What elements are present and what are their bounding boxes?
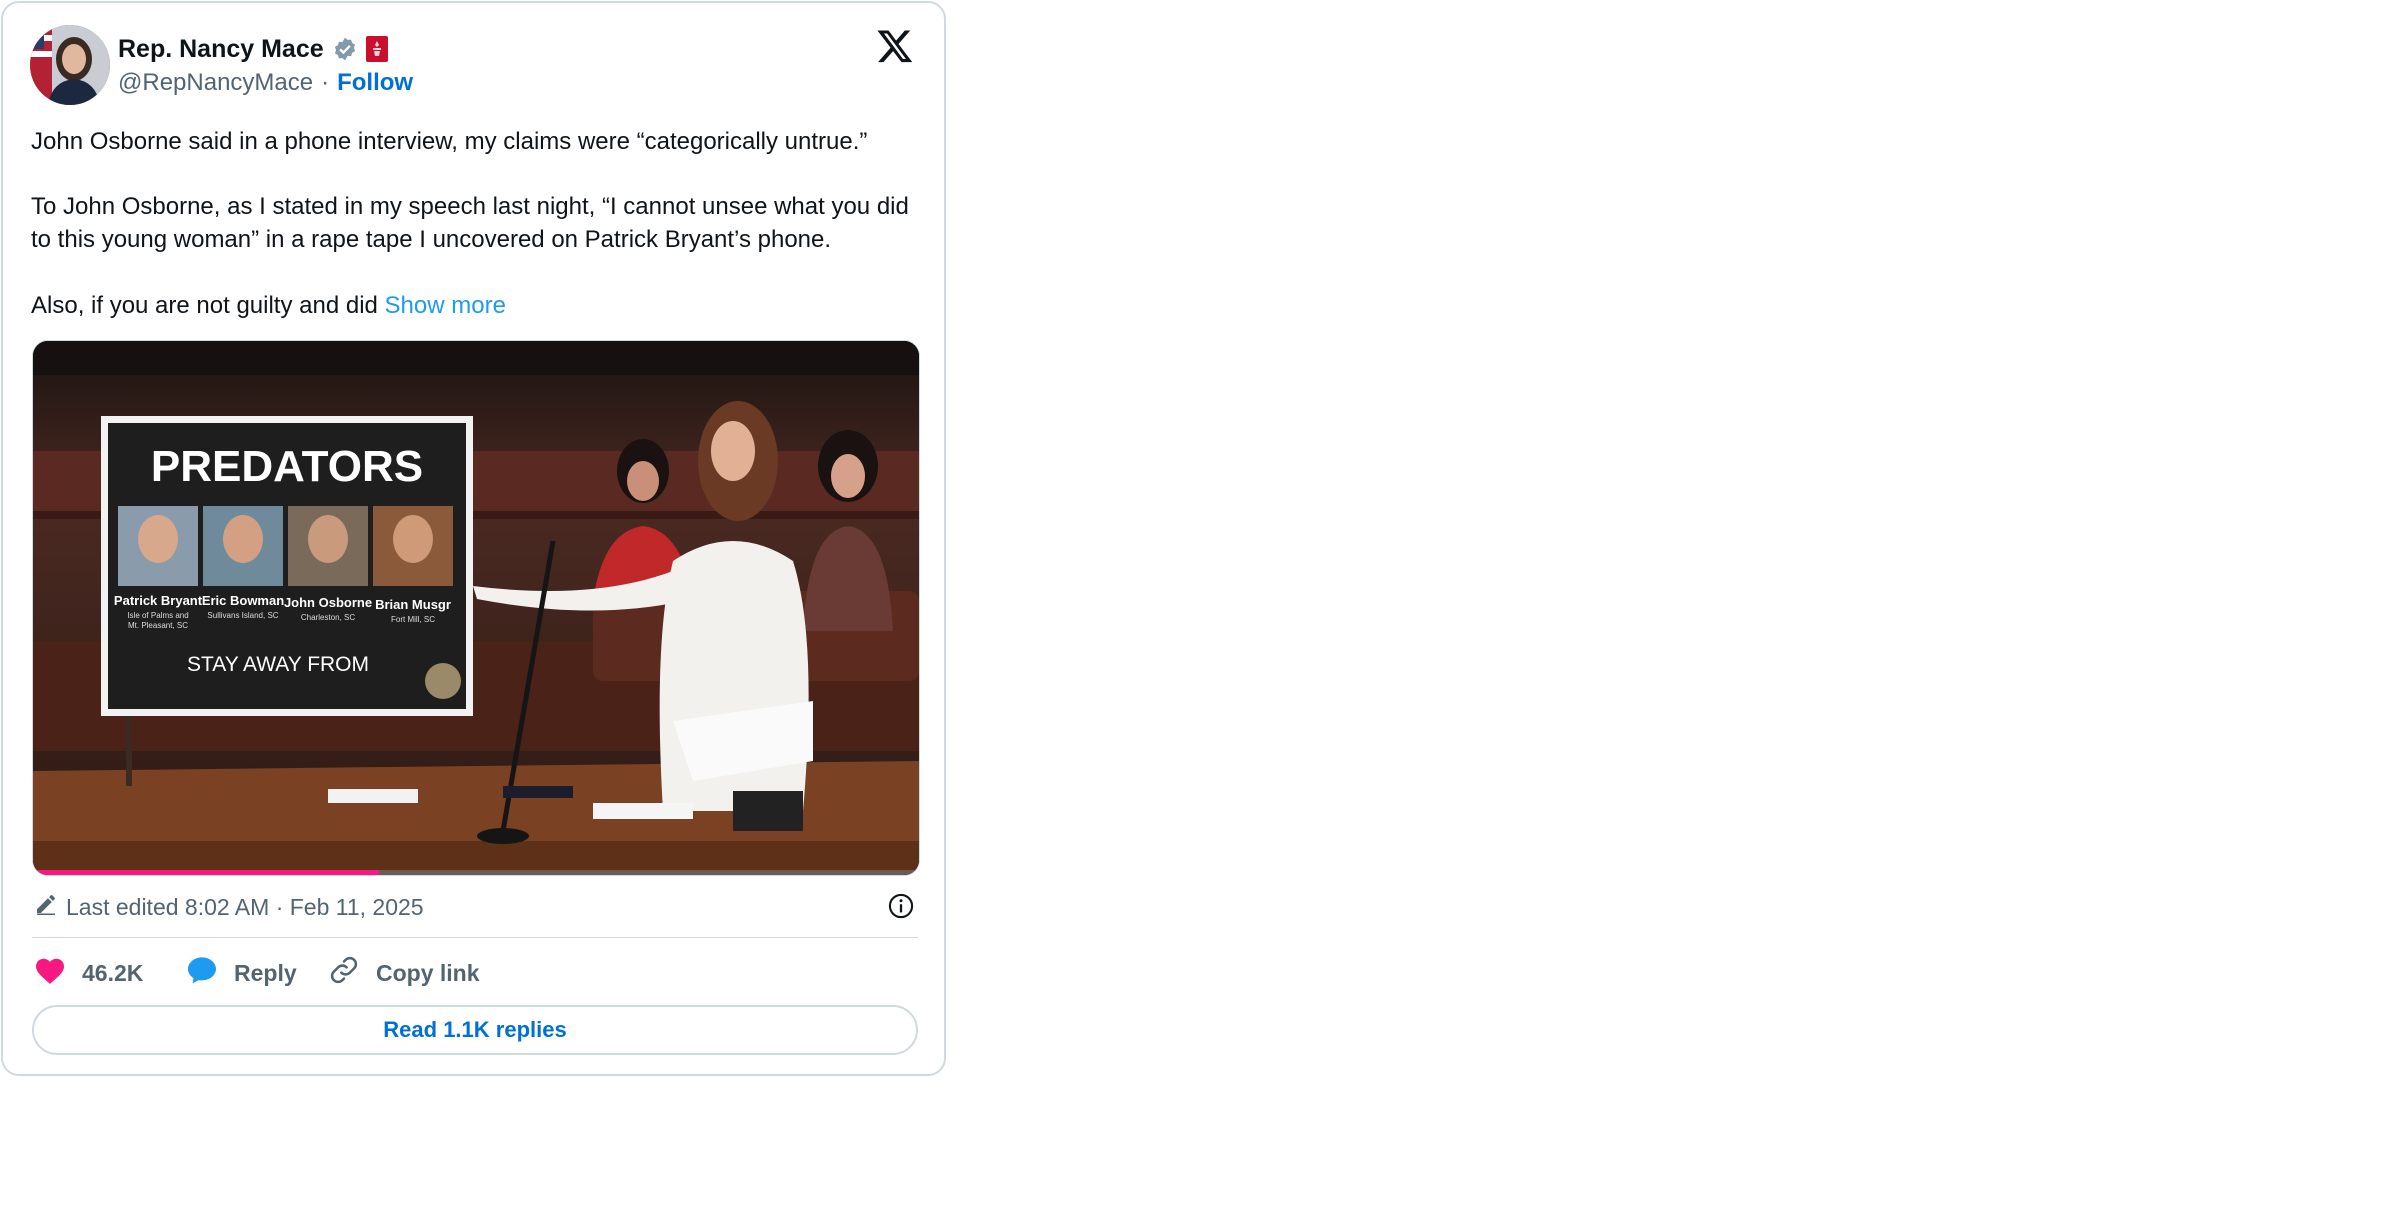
poster-person-3-place: Charleston, SC bbox=[301, 613, 355, 622]
tweet-paragraph-3: Also, if you are not guilty and did Show… bbox=[31, 289, 921, 322]
poster-person-2-place: Sullivans Island, SC bbox=[207, 611, 278, 620]
video-progress-fill bbox=[33, 870, 379, 875]
pencil-icon bbox=[34, 892, 58, 922]
poster-person-1-place-line2: Mt. Pleasant, SC bbox=[128, 621, 188, 630]
like-button[interactable]: 46.2K bbox=[34, 953, 143, 993]
poster-person-4-place: Fort Mill, SC bbox=[391, 615, 435, 624]
poster-person-1-place-line1: Isle of Palms and bbox=[127, 611, 188, 620]
copy-link-button[interactable]: Copy link bbox=[328, 953, 480, 993]
heart-icon bbox=[34, 955, 66, 991]
reply-label: Reply bbox=[234, 959, 297, 986]
reply-button[interactable]: Reply bbox=[186, 953, 297, 993]
show-more-link[interactable]: Show more bbox=[385, 292, 506, 319]
follow-button[interactable]: Follow bbox=[337, 69, 413, 97]
tweet-paragraph-2: To John Osborne, as I stated in my speec… bbox=[31, 193, 909, 253]
author-handle-row: @RepNancyMace · Follow bbox=[118, 69, 413, 97]
poster-person-4-name: Brian Musgr bbox=[375, 597, 451, 612]
verified-badge-icon bbox=[332, 36, 358, 62]
video-progress-bar[interactable] bbox=[33, 870, 919, 875]
edit-history-row[interactable]: Last edited 8:02 AM · Feb 11, 2025 bbox=[34, 889, 424, 925]
reply-bubble-icon bbox=[186, 955, 218, 991]
tweet-paragraph-3-text: Also, if you are not guilty and did bbox=[31, 292, 378, 319]
read-replies-label: Read 1.1K replies bbox=[383, 1017, 567, 1042]
avatar[interactable] bbox=[30, 25, 110, 105]
tweet-card: Rep. Nancy Mace @RepNancyMace · Follow J… bbox=[1, 1, 946, 1076]
last-edited-text: Last edited 8:02 AM · Feb 11, 2025 bbox=[66, 893, 424, 920]
poster-person-1-name: Patrick Bryant bbox=[114, 593, 203, 608]
avatar-image bbox=[30, 25, 110, 105]
author-handle[interactable]: @RepNancyMace bbox=[118, 69, 313, 97]
video-frame: PREDATORS Patrick Bryant Isle of Palms a… bbox=[33, 341, 919, 875]
video-player[interactable]: PREDATORS Patrick Bryant Isle of Palms a… bbox=[32, 340, 920, 876]
poster-title: PREDATORS bbox=[151, 442, 423, 491]
info-icon[interactable] bbox=[887, 892, 915, 920]
like-count: 46.2K bbox=[82, 959, 144, 986]
poster-person-3-name: John Osborne bbox=[284, 595, 372, 610]
poster-person-2-name: Eric Bowman bbox=[202, 593, 284, 608]
link-icon bbox=[328, 954, 360, 992]
copy-link-label: Copy link bbox=[376, 959, 480, 986]
government-label-icon bbox=[365, 36, 388, 62]
handle-separator: · bbox=[321, 69, 330, 96]
read-replies-button[interactable]: Read 1.1K replies bbox=[32, 1005, 918, 1055]
author-name[interactable]: Rep. Nancy Mace bbox=[118, 35, 324, 64]
author-name-row: Rep. Nancy Mace bbox=[118, 31, 388, 67]
tweet-paragraph-1: John Osborne said in a phone interview, … bbox=[31, 128, 868, 155]
x-logo-icon[interactable] bbox=[876, 27, 914, 65]
poster-footer: STAY AWAY FROM bbox=[187, 653, 369, 676]
divider bbox=[32, 937, 918, 938]
